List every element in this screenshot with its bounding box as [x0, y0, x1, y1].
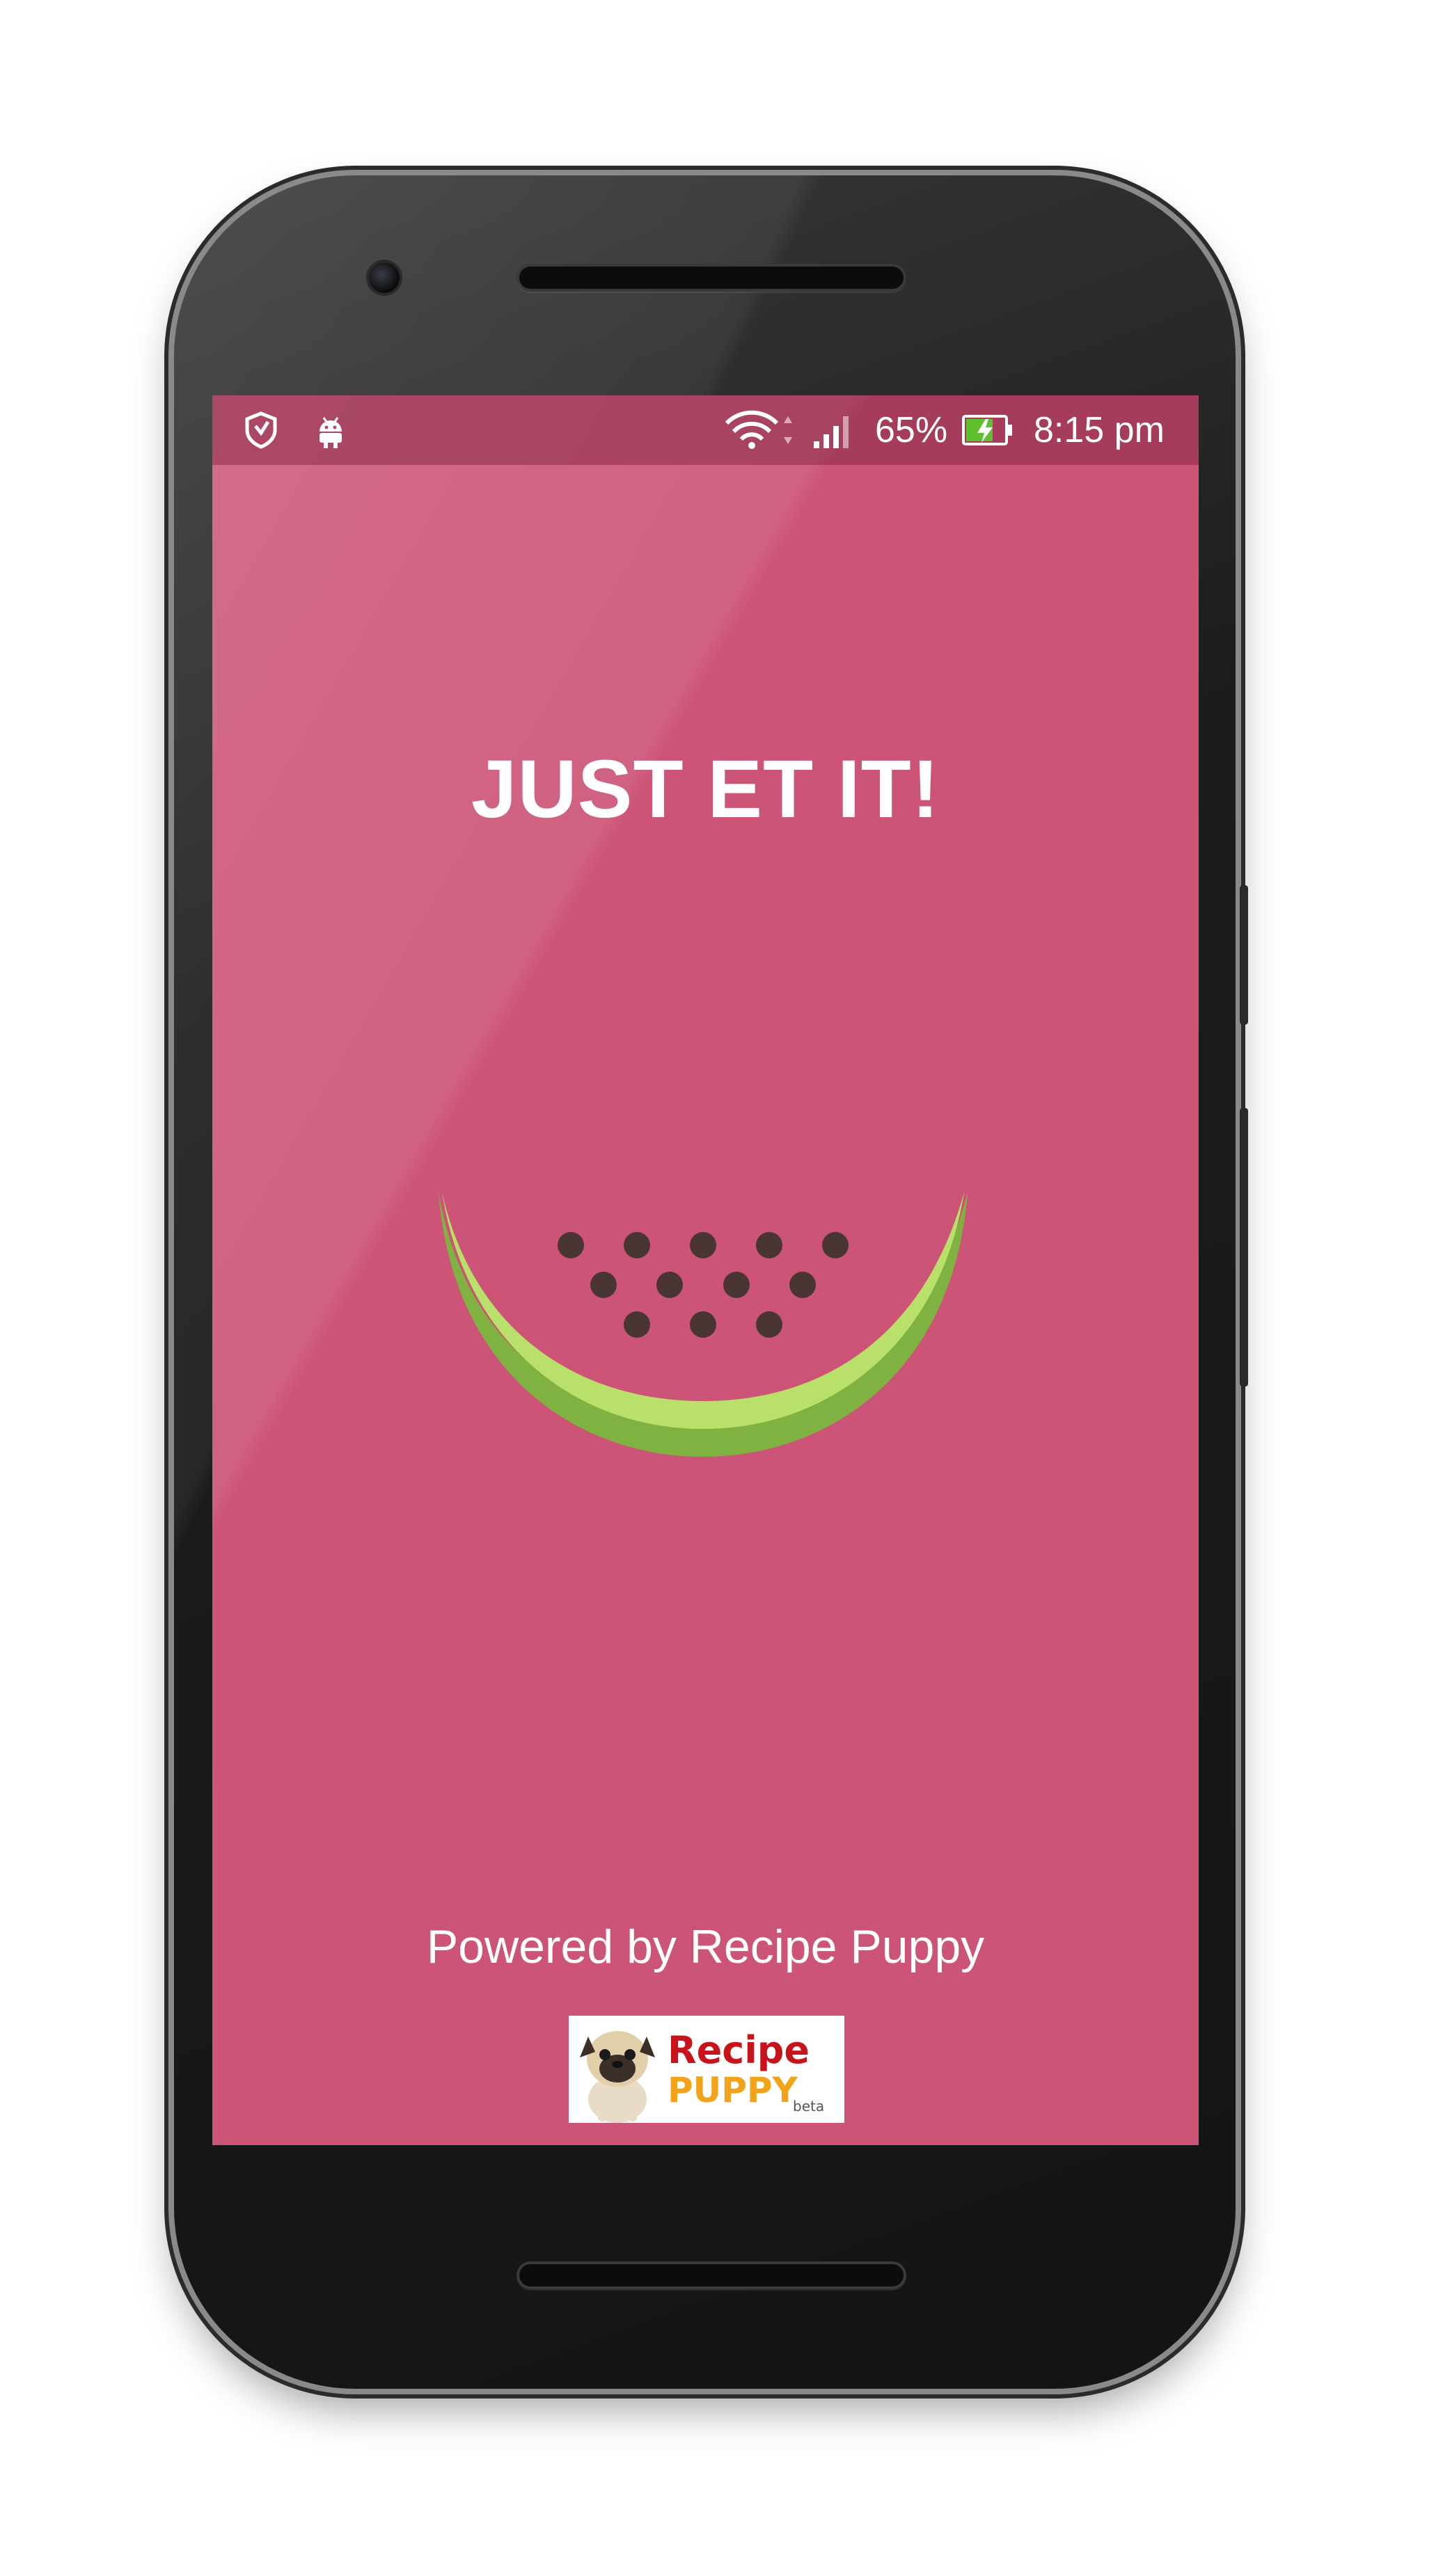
power-button — [1240, 1108, 1248, 1386]
status-time: 8:15 pm — [1034, 410, 1165, 450]
wifi-icon — [725, 410, 792, 449]
app-screen: 65% 8:15 pm JUST ET IT! Powered by Recip… — [212, 395, 1199, 2145]
battery-percent: 65% — [875, 410, 948, 450]
volume-button — [1240, 885, 1248, 1025]
recipe-puppy-logo[interactable]: Recipe PUPPY beta — [569, 2016, 844, 2123]
page-title: JUST ET IT! — [471, 743, 940, 835]
powered-by-text: Powered by Recipe Puppy — [426, 1920, 985, 1973]
page: 65% 8:15 pm JUST ET IT! Powered by Recip… — [0, 0, 1443, 2576]
logo-beta-tag: beta — [793, 2098, 825, 2115]
front-camera — [369, 262, 400, 293]
shield-icon — [245, 411, 277, 449]
android-icon — [320, 417, 342, 448]
pug-icon — [580, 2031, 655, 2123]
battery-charging-icon — [962, 415, 1012, 445]
logo-word-recipe: Recipe — [668, 2028, 810, 2072]
status-bar: 65% 8:15 pm — [212, 395, 1199, 465]
bottom-speaker — [517, 2261, 906, 2289]
logo-word-puppy: PUPPY — [668, 2070, 798, 2110]
watermelon-logo — [439, 1192, 968, 1457]
top-speaker — [517, 264, 906, 292]
signal-icon — [814, 416, 849, 448]
